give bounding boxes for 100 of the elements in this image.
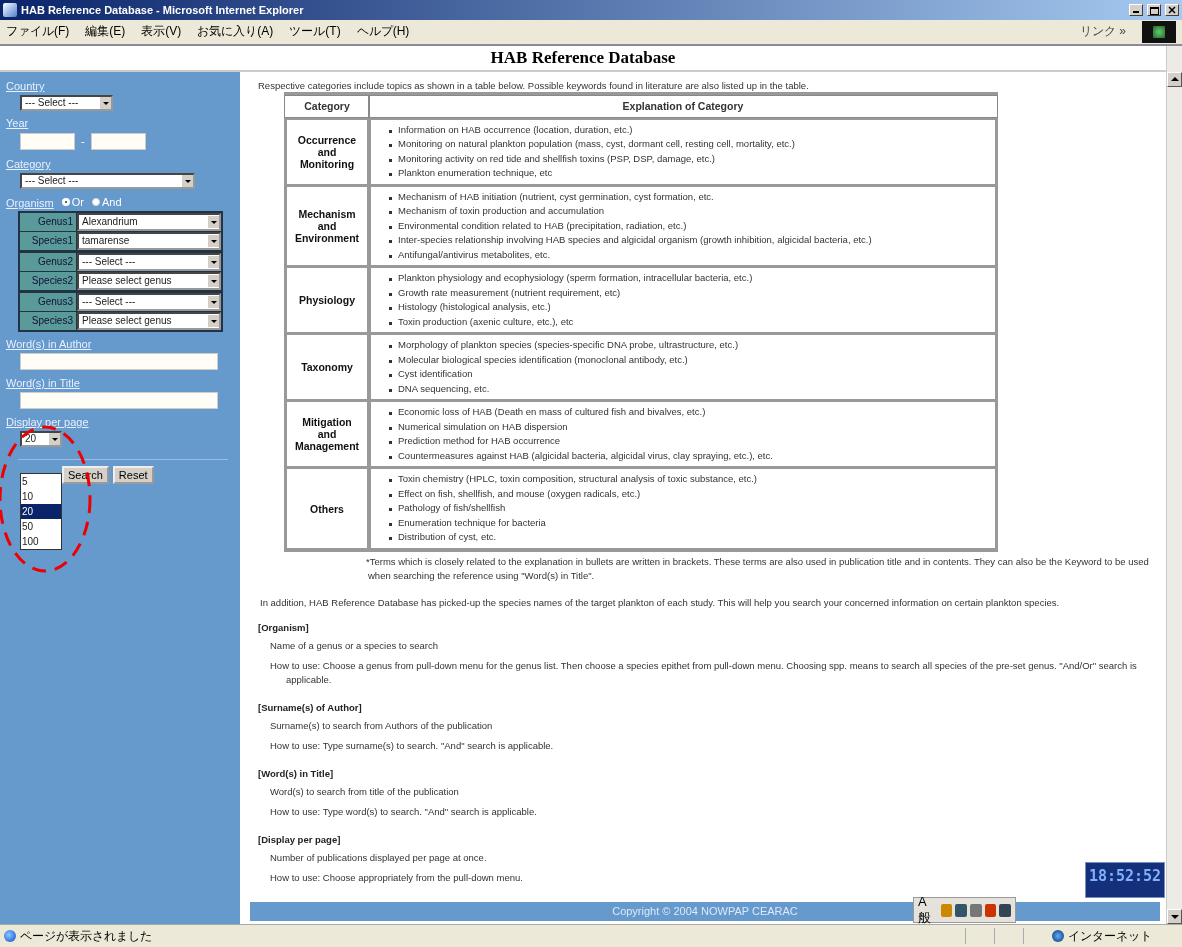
bullet-icon xyxy=(389,345,392,349)
ime-tool-icon[interactable] xyxy=(999,903,1011,917)
explanation-item: Toxin chemistry (HPLC, toxin composition, structural analysis of toxic substance, etc.) xyxy=(398,472,758,487)
links-button[interactable]: リンク » xyxy=(1080,23,1126,41)
menu-item[interactable]: お気に入り(A) xyxy=(197,23,274,41)
explanation-item: Toxin production (axenic culture, etc.), etc xyxy=(398,314,574,329)
explanation-item: Enumeration technique for bacteria xyxy=(398,515,546,530)
menu-item[interactable]: ツール(T) xyxy=(289,23,341,41)
category-cell: Taxonomy xyxy=(285,335,369,400)
explanation-item: Information on HAB occurrence (location, duration, etc.) xyxy=(398,122,633,137)
close-button[interactable] xyxy=(1165,4,1179,16)
bullet-icon xyxy=(389,278,392,282)
column-header: Explanation of Category xyxy=(369,95,997,117)
scrollbar[interactable] xyxy=(1166,45,1182,924)
dropdown-option[interactable]: 100 xyxy=(21,533,61,549)
explanation-item: Monitoring on natural plankton population (mass, cyst, dormant cell, resting cell, mortality, etc.) xyxy=(398,137,795,152)
help-text: Name of a genus or a species to search xyxy=(270,638,438,653)
title-field[interactable] xyxy=(20,391,218,409)
ime-tool-icon[interactable] xyxy=(969,903,982,917)
bullet-icon xyxy=(389,254,392,258)
country-dropdown[interactable]: --- Select --- xyxy=(20,94,113,111)
category-dropdown[interactable]: --- Select --- xyxy=(20,172,195,189)
species-dropdown[interactable]: Please select genus xyxy=(77,271,221,290)
bullet-icon xyxy=(389,388,392,392)
explanation-item: Mechanism of HAB initiation (nutrient, cyst germination, cyst formation, etc. xyxy=(398,189,714,204)
help-text: How to use: Choose appropriately from the pull-down menu. xyxy=(270,870,523,885)
window-title: HAB Reference Database - Microsoft Internet Explorer xyxy=(21,4,305,16)
footnote-text: *Terms which is closely related to the explanation in bullets are written in brackets. These terms are also used in publication title and in contents. They can also be the Keyword to be used when searching the reference using "Word(s) in Title". xyxy=(368,554,1150,583)
menu-item[interactable]: 表示(V) xyxy=(141,23,182,41)
author-field[interactable] xyxy=(20,352,218,370)
explanation-item: Histology (histological analysis, etc.) xyxy=(398,300,551,315)
category-cell: Mitigation and Management xyxy=(285,402,369,467)
bullet-icon xyxy=(389,292,392,296)
help-text: Number of publications displayed per page at once. xyxy=(270,850,487,865)
section-heading: [Display per page] xyxy=(258,833,341,845)
menu-item[interactable]: 編集(E) xyxy=(85,23,126,41)
bullet-icon xyxy=(389,173,392,177)
explanation-item: Distribution of cyst, etc. xyxy=(398,530,497,545)
per-page-dropdown[interactable]: 20 xyxy=(20,430,62,447)
bullet-icon xyxy=(389,307,392,311)
bullet-icon xyxy=(389,240,392,244)
section-heading: [Organism] xyxy=(258,621,309,633)
menu-item[interactable]: ファイル(F) xyxy=(6,23,70,41)
minimize-button[interactable] xyxy=(1129,4,1143,16)
bullet-icon xyxy=(389,129,392,133)
genus-dropdown[interactable]: Alexandrium xyxy=(77,212,221,231)
help-text: How to use: Type surname(s) to search. "And" search is applicable. xyxy=(270,738,554,753)
explanation-item: Numerical simulation on HAB dispersion xyxy=(398,419,568,434)
species-dropdown[interactable]: Please select genus xyxy=(77,311,221,330)
explanation-item: Molecular biological species identification (monoclonal antibody, etc.) xyxy=(398,352,688,367)
bullet-icon xyxy=(389,144,392,148)
ime-mode[interactable]: A般 xyxy=(918,893,938,927)
menu-item[interactable]: ヘルプ(H) xyxy=(356,23,410,41)
zone-text: インターネット xyxy=(1068,927,1153,945)
status-text: ページが表示されました xyxy=(20,927,152,945)
bullet-icon xyxy=(389,455,392,459)
bullet-icon xyxy=(389,441,392,445)
help-text: How to use: Type word(s) to search. "And" search is applicable. xyxy=(270,804,537,819)
explanation-item: DNA sequencing, etc. xyxy=(398,381,490,396)
species-dropdown[interactable]: tamarense xyxy=(77,231,221,250)
explanation-item: Monitoring activity on red tide and shellfish toxins (PSP, DSP, damage, etc.) xyxy=(398,151,715,166)
dropdown-list[interactable]: 5 10 20 50 100 xyxy=(20,472,62,550)
column-header: Category xyxy=(285,95,369,117)
category-cell: Occurrence and Monitoring xyxy=(285,119,369,184)
bullet-icon xyxy=(389,211,392,215)
genus-label: Genus2 xyxy=(20,252,76,271)
dropdown-option[interactable]: 20 xyxy=(21,503,61,519)
genus-dropdown[interactable]: --- Select --- xyxy=(77,252,221,271)
explanation-item: Antifungal/antivirus metabolites, etc. xyxy=(398,247,551,262)
globe-icon xyxy=(1052,930,1064,942)
bullet-icon xyxy=(389,537,392,541)
year-from-field[interactable] xyxy=(20,132,75,150)
help-text: How to use: Choose a genus from pull-down menu for the genus list. Then choose a species epithet from pull-down menu. Choosing spp. means to search all species of the pre-set genus. "And/Or" search is applicable. xyxy=(270,658,1138,687)
explanation-item: Mechanism of toxin production and accumulation xyxy=(398,204,604,219)
bullet-icon xyxy=(389,412,392,416)
category-cell: Mechanism and Environment xyxy=(285,186,369,266)
section-heading: [Word(s) in Title] xyxy=(258,767,334,779)
dropdown-option[interactable]: 50 xyxy=(21,518,61,534)
genus-label: Genus3 xyxy=(20,292,76,311)
browser-icon xyxy=(3,3,17,17)
ime-tool-icon[interactable] xyxy=(984,903,997,917)
bullet-icon xyxy=(389,359,392,363)
explanation-item: Prediction method for HAB occurrence xyxy=(398,434,561,449)
explanation-item: Morphology of plankton species (species-specific DNA probe, ultrastructure, etc.) xyxy=(398,338,739,353)
scroll-up-icon[interactable] xyxy=(1167,71,1182,87)
bullet-icon xyxy=(389,321,392,325)
bullet-icon xyxy=(389,426,392,430)
dropdown-option[interactable]: 5 xyxy=(21,473,61,489)
ime-tool-icon[interactable] xyxy=(955,903,967,917)
species-label: Species1 xyxy=(20,231,76,250)
genus-dropdown[interactable]: --- Select --- xyxy=(77,292,221,311)
scroll-down-icon[interactable] xyxy=(1167,909,1182,924)
explanation-item: Cyst identification xyxy=(398,367,473,382)
bullet-icon xyxy=(389,158,392,162)
year-to-field[interactable] xyxy=(90,132,146,150)
dropdown-option[interactable]: 10 xyxy=(21,488,61,504)
category-cell: Others xyxy=(285,469,369,548)
explanation-item: Plankton enumeration technique, etc xyxy=(398,166,553,181)
maximize-button[interactable] xyxy=(1147,4,1161,16)
form-button[interactable]: Reset xyxy=(112,465,154,484)
